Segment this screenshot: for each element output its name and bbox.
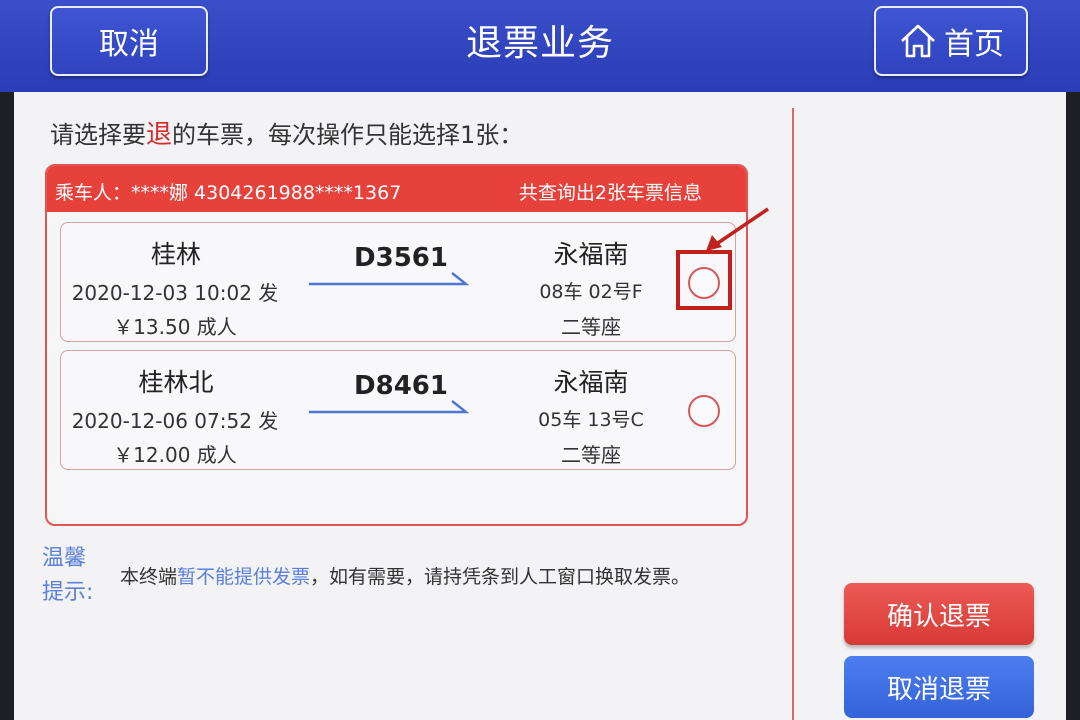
select-radio[interactable] [688,395,720,427]
cancel-button[interactable]: 取消 [50,6,208,76]
arrival-station: 永福南 [553,368,629,397]
tips-text-prefix: 本终端 [120,566,178,588]
tips-text-highlight: 暂不能提供发票 [177,566,311,588]
confirm-refund-button[interactable]: 确认退票 [844,583,1034,645]
cancel-refund-button[interactable]: 取消退票 [844,656,1034,718]
page-title: 退票业务 [465,23,614,64]
departure-station: 桂林北 [138,368,214,397]
ticket-card[interactable]: 桂林 2020-12-03 10:02 发 ￥13.50 成人 D3561 永福… [60,222,736,342]
route-arrow-icon [309,400,470,414]
ticket-list-panel: 乘车人：****娜 4304261988****1367 共查询出2张车票信息 … [45,164,748,526]
tips-text: 本终端暂不能提供发票，如有需要，请持凭条到人工窗口换取发票。 [120,562,690,589]
cancel-refund-label: 取消退票 [886,674,991,705]
annotation-arrow-icon [706,207,769,251]
departure-time: 2020-12-06 07:52 发 [71,409,279,433]
confirm-refund-label: 确认退票 [886,601,991,632]
tips-label-line1: 温馨 [42,546,87,571]
home-button-label: 首页 [944,27,1004,62]
passenger-info: 乘车人：****娜 4304261988****1367 [55,182,402,204]
instruction-prefix: 请选择要 [50,121,146,149]
home-icon [901,24,935,58]
cancel-button-label: 取消 [99,27,159,62]
tips-label-line2: 提示: [42,580,94,605]
seat-class: 二等座 [561,315,621,339]
ticket-card[interactable]: 桂林北 2020-12-06 07:52 发 ￥12.00 成人 D8461 永… [60,350,736,470]
instruction-suffix: 的车票，每次操作只能选择1张： [172,121,524,149]
seat-number: 08车 02号F [539,281,643,303]
ticket-price: ￥12.00 成人 [113,443,237,467]
departure-station: 桂林 [150,240,201,269]
tips-label: 温馨 提示: [42,542,102,610]
header-bar: 取消 退票业务 首页 [0,0,1080,92]
ticket-price: ￥13.50 成人 [113,315,237,339]
annotation-highlight-box [676,250,732,310]
instruction-highlight: 退 [146,120,173,150]
arrival-station: 永福南 [553,240,629,269]
instruction-text: 请选择要退的车票，每次操作只能选择1张： [50,114,523,151]
seat-class: 二等座 [561,443,621,467]
tips-text-suffix: ，如有需要，请持凭条到人工窗口换取发票。 [310,566,691,588]
vertical-divider [792,108,794,720]
seat-number: 05车 13号C [538,409,644,431]
panel-header: 乘车人：****娜 4304261988****1367 共查询出2张车票信息 [47,166,746,212]
query-count: 共查询出2张车票信息 [518,182,702,204]
departure-time: 2020-12-03 10:02 发 [71,281,279,305]
route-arrow-icon [309,272,470,286]
home-button[interactable]: 首页 [874,6,1028,76]
